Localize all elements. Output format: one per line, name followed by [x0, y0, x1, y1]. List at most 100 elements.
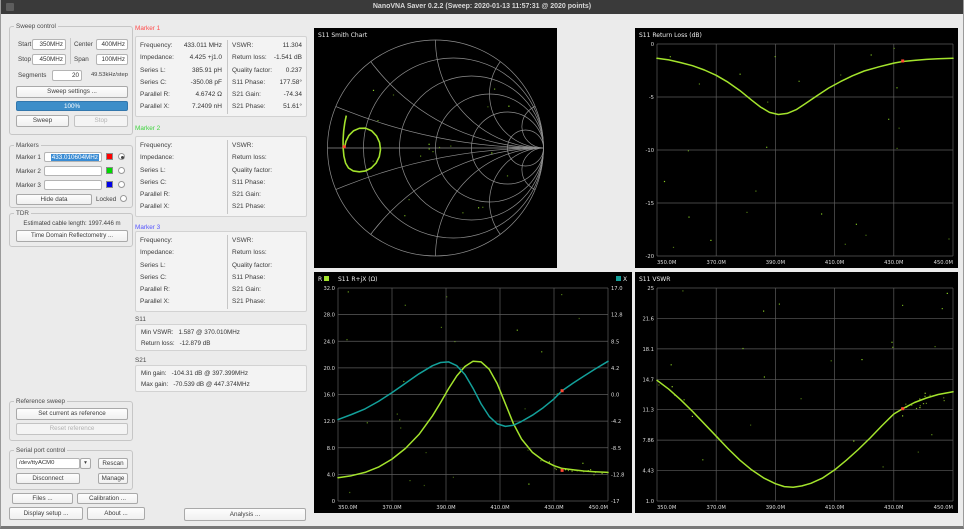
start-input[interactable]: 350MHz — [32, 39, 66, 50]
marker-field-label: Parallel X: — [140, 101, 170, 113]
marker-field-label: Quality factor: — [232, 260, 272, 272]
span-input[interactable]: 100MHz — [96, 54, 128, 65]
marker-field-row: Parallel R: — [136, 284, 226, 296]
svg-text:-20: -20 — [646, 254, 654, 260]
svg-text:20.0: 20.0 — [323, 366, 335, 372]
marker2-freq-input[interactable] — [44, 166, 102, 176]
marker2-color-swatch[interactable] — [106, 167, 113, 174]
center-input[interactable]: 400MHz — [96, 39, 128, 50]
marker-field-row: Impedance:4.425 +j1.0 — [136, 52, 226, 64]
svg-text:X: X — [623, 276, 627, 283]
marker-field-row: Series L:385.91 pH — [136, 65, 226, 77]
chart-r-jx[interactable]: 32.028.024.020.016.012.08.04.0017.012.88… — [314, 272, 632, 513]
marker-field-label: S21 Gain: — [232, 284, 261, 296]
marker-field-row: Series C: — [136, 272, 226, 284]
svg-text:-8.5: -8.5 — [611, 446, 621, 452]
sweep-settings-button[interactable]: Sweep settings ... — [16, 86, 128, 98]
marker-field-label: VSWR: — [232, 40, 253, 52]
marker-detail-title: Marker 2 — [135, 125, 160, 132]
reset-reference-button[interactable]: Reset reference — [16, 423, 128, 435]
svg-text:24.0: 24.0 — [323, 339, 335, 345]
hide-data-button[interactable]: Hide data — [16, 194, 92, 205]
marker-field-value: -74.34 — [284, 89, 302, 101]
title-bar[interactable]: NanoVNA Saver 0.2.2 (Sweep: 2020-01-13 1… — [1, 0, 963, 14]
marker-field-row: Return loss:-1.541 dB — [228, 52, 306, 64]
marker-field-row: VSWR: — [228, 140, 306, 152]
svg-text:14.7: 14.7 — [642, 377, 654, 383]
rescan-button[interactable]: Rescan — [98, 458, 128, 469]
marker-field-row: Parallel X:7.2409 nH — [136, 101, 226, 113]
marker1-freq-input[interactable]: 433.010604MHz — [44, 152, 102, 162]
chart-vswr[interactable]: 2521.618.114.711.37.864.431.0350.0M370.0… — [635, 272, 958, 513]
marker-field-row: Frequency: — [136, 140, 226, 152]
sweep-button[interactable]: Sweep — [16, 115, 69, 127]
svg-text:S11 Smith Chart: S11 Smith Chart — [318, 32, 368, 39]
stop-button[interactable]: Stop — [74, 115, 128, 127]
analysis-button[interactable]: Analysis ... — [184, 508, 306, 521]
svg-text:-10: -10 — [646, 148, 654, 154]
tdr-button[interactable]: Time Domain Reflectometry ... — [16, 230, 128, 242]
about-button[interactable]: About ... — [87, 507, 145, 520]
marker-detail-left-column: Frequency:Impedance:Series L:Series C:Pa… — [136, 235, 226, 309]
chart-return-loss[interactable]: 0-5-10-15-20350.0M370.0M390.0M410.0M430.… — [635, 28, 958, 268]
marker-field-row: Return loss: — [228, 247, 306, 259]
marker1-color-swatch[interactable] — [106, 153, 113, 160]
marker2-radio[interactable] — [118, 167, 125, 174]
span-label: Span — [74, 56, 89, 63]
svg-text:S11 R+jX (Ω): S11 R+jX (Ω) — [338, 276, 378, 283]
files-button[interactable]: Files ... — [12, 493, 73, 504]
marker-field-row: S11 Phase: — [228, 177, 306, 189]
svg-text:-12.8: -12.8 — [611, 472, 624, 478]
marker-field-label: VSWR: — [232, 235, 253, 247]
marker-field-row: Parallel R: — [136, 189, 226, 201]
svg-text:390.0M: 390.0M — [766, 260, 785, 266]
marker2-detail-box: Frequency:Impedance:Series L:Series C:Pa… — [135, 136, 307, 217]
marker3-color-swatch[interactable] — [106, 181, 113, 188]
calibration-button[interactable]: Calibration ... — [77, 493, 138, 504]
sweep-divider — [70, 38, 71, 64]
set-reference-button[interactable]: Set current as reference — [16, 408, 128, 420]
marker-field-label: Series L: — [140, 165, 166, 177]
marker-field-row: S21 Gain: — [228, 284, 306, 296]
marker-field-label: Parallel R: — [140, 89, 170, 101]
segments-input[interactable]: 20 — [52, 70, 82, 81]
svg-text:410.0M: 410.0M — [490, 505, 509, 511]
svg-text:430.0M: 430.0M — [884, 260, 903, 266]
s21-min-gain-value: -104.31 dB @ 397.399MHz — [172, 368, 248, 379]
chart-smith[interactable]: S11 Smith Chart — [314, 28, 557, 268]
svg-text:4.2: 4.2 — [611, 366, 619, 372]
display-setup-button[interactable]: Display setup ... — [9, 507, 83, 520]
svg-text:390.0M: 390.0M — [766, 505, 785, 511]
serial-port-group: Serial port control /dev/ttyACM0 ▾ Resca… — [9, 450, 133, 490]
marker2-label: Marker 2 — [16, 168, 41, 175]
tdr-group: TDR Estimated cable length: 1997.446 m T… — [9, 213, 133, 247]
svg-text:25: 25 — [647, 286, 654, 292]
stop-input[interactable]: 450MHz — [32, 54, 66, 65]
window-title: NanoVNA Saver 0.2.2 (Sweep: 2020-01-13 1… — [373, 3, 591, 10]
marker-field-label: Return loss: — [232, 247, 267, 259]
marker-field-label: Series C: — [140, 177, 167, 189]
locked-radio[interactable] — [120, 195, 127, 202]
marker-field-label: Series C: — [140, 272, 167, 284]
s11-return-loss-row: Return loss: -12.879 dB — [136, 338, 306, 349]
svg-text:370.0M: 370.0M — [382, 505, 401, 511]
marker-field-row: Series C: — [136, 177, 226, 189]
svg-text:S11 Return Loss (dB): S11 Return Loss (dB) — [639, 32, 702, 39]
marker3-radio[interactable] — [118, 181, 125, 188]
s21-info-box: Min gain: -104.31 dB @ 397.399MHz Max ga… — [135, 365, 307, 392]
svg-text:350.0M: 350.0M — [338, 505, 357, 511]
marker-field-label: S11 Phase: — [232, 77, 265, 89]
manage-button[interactable]: Manage — [98, 473, 128, 484]
svg-text:-5: -5 — [649, 95, 654, 101]
marker-detail-right-column: VSWR:Return loss:Quality factor:S11 Phas… — [227, 140, 306, 214]
marker-field-value: 385.91 pH — [192, 65, 222, 77]
serial-port-dropdown-arrow-icon[interactable]: ▾ — [80, 458, 91, 469]
marker-field-row: Frequency:433.011 MHz — [136, 40, 226, 52]
marker1-radio[interactable] — [118, 153, 125, 160]
marker3-freq-input[interactable] — [44, 180, 102, 190]
marker-field-row: S21 Gain: — [228, 189, 306, 201]
serial-port-select[interactable]: /dev/ttyACM0 — [16, 458, 80, 469]
marker-field-value: 4.425 +j1.0 — [190, 52, 222, 64]
disconnect-button[interactable]: Disconnect — [16, 473, 80, 484]
stop-label: Stop — [18, 56, 31, 63]
